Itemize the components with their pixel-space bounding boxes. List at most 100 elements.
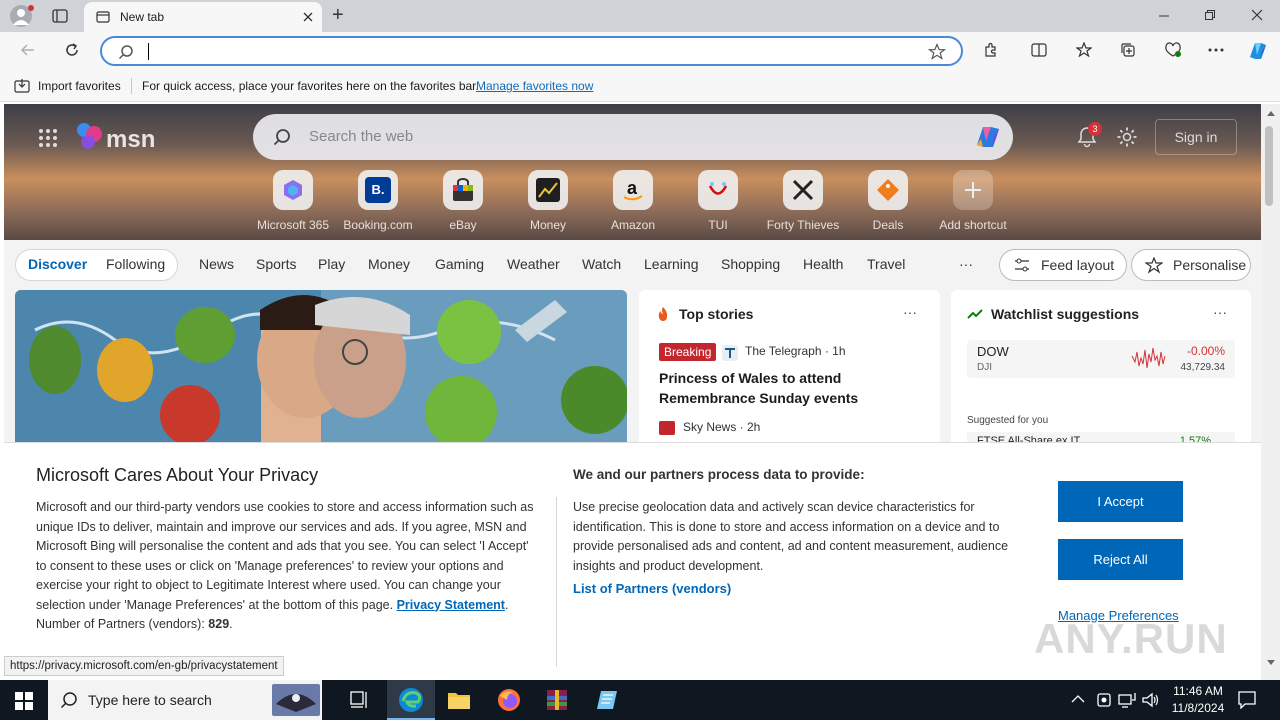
minimize-icon[interactable] (1158, 9, 1170, 21)
taskbar-edge[interactable] (387, 680, 435, 720)
tui-icon (698, 170, 738, 210)
new-tab-button[interactable]: + (332, 4, 344, 26)
stock-price: 43,729.34 (1180, 362, 1226, 373)
taskbar-search-box[interactable]: Type here to search (48, 680, 322, 720)
favorites-icon[interactable] (1076, 42, 1092, 58)
sky-news-logo-icon (659, 421, 675, 435)
add-favorite-star-icon[interactable] (928, 43, 946, 61)
scroll-up-icon[interactable] (1267, 110, 1275, 116)
winrar-icon[interactable] (545, 688, 569, 712)
settings-more-icon[interactable] (1208, 48, 1224, 52)
tab-strip: New tab + (0, 0, 1280, 32)
svg-text:a: a (627, 178, 638, 198)
close-tab-icon[interactable] (302, 11, 314, 23)
nav-sports[interactable]: Sports (256, 256, 296, 272)
search-icon (118, 44, 134, 60)
reject-all-button[interactable]: Reject All (1058, 539, 1183, 580)
address-bar[interactable] (100, 36, 963, 66)
task-view-icon[interactable] (350, 691, 370, 709)
taskbar-search-placeholder: Type here to search (88, 692, 212, 708)
notepad-app-icon[interactable] (595, 689, 619, 711)
scroll-thumb[interactable] (1265, 126, 1273, 206)
edge-icon (398, 687, 424, 713)
list-of-partners-link[interactable]: List of Partners (vendors) (573, 581, 731, 596)
trending-icon (967, 308, 983, 320)
nav-news[interactable]: News (199, 256, 234, 272)
shortcut-label: Money (529, 218, 567, 232)
favbar-divider (131, 78, 132, 94)
split-screen-icon[interactable] (1031, 42, 1047, 58)
shortcut-amazon[interactable]: a Amazon (588, 170, 678, 232)
shortcut-forty-thieves[interactable]: Forty Thieves (758, 170, 848, 232)
top-stories-more-button[interactable]: ··· (903, 304, 917, 320)
tab-discover[interactable]: Discover (28, 256, 87, 272)
meet-now-icon[interactable] (1096, 691, 1112, 709)
show-hidden-icons-chevron[interactable] (1071, 694, 1085, 704)
tab-new-tab[interactable]: New tab (84, 2, 322, 32)
import-favorites-button[interactable]: Import favorites (38, 79, 121, 93)
stock-row-dow[interactable]: DOW DJI -0.00% 43,729.34 (967, 340, 1235, 378)
nav-weather[interactable]: Weather (507, 256, 560, 272)
refresh-icon[interactable] (64, 42, 80, 58)
tab-following[interactable]: Following (106, 256, 165, 272)
accept-button[interactable]: I Accept (1058, 481, 1183, 522)
shortcut-ebay[interactable]: eBay (418, 170, 508, 232)
msn-logo-text: msn (106, 126, 156, 153)
nav-play[interactable]: Play (318, 256, 345, 272)
favorites-bar: Import favorites For quick access, place… (0, 70, 1280, 102)
nav-travel[interactable]: Travel (867, 256, 905, 272)
copilot-search-icon[interactable] (973, 123, 1003, 151)
nav-learning[interactable]: Learning (644, 256, 699, 272)
restore-icon[interactable] (1204, 9, 1216, 21)
nav-health[interactable]: Health (803, 256, 843, 272)
shortcut-microsoft-365[interactable]: Microsoft 365 (248, 170, 338, 232)
web-search-box[interactable]: Search the web (253, 114, 1013, 160)
shortcut-tui[interactable]: TUI (673, 170, 763, 232)
windows-start-icon[interactable] (15, 692, 33, 710)
sign-in-button[interactable]: Sign in (1155, 119, 1237, 155)
data-processing-text: Use precise geolocation data and activel… (573, 500, 1009, 573)
feed-layout-button[interactable]: Feed layout (999, 249, 1127, 281)
nav-more-button[interactable]: ··· (959, 256, 973, 272)
privacy-statement-link[interactable]: Privacy Statement (397, 598, 505, 612)
shortcut-label: TUI (708, 218, 728, 232)
network-icon[interactable] (1118, 692, 1136, 708)
close-window-icon[interactable] (1251, 9, 1263, 21)
nav-money[interactable]: Money (368, 256, 410, 272)
featured-story-image[interactable] (15, 290, 627, 442)
msn-logo-icon[interactable] (74, 120, 106, 152)
nav-gaming[interactable]: Gaming (435, 256, 484, 272)
page-settings-gear-icon[interactable] (1116, 126, 1138, 148)
browser-essentials-icon[interactable] (1164, 42, 1182, 58)
shortcut-add[interactable]: Add shortcut (928, 170, 1018, 232)
apps-grid-icon[interactable] (38, 128, 58, 148)
clock-date[interactable]: 11/8/2024 (1168, 701, 1228, 715)
file-explorer-icon[interactable] (447, 689, 471, 711)
clock-time[interactable]: 11:46 AM (1168, 684, 1228, 698)
volume-icon[interactable] (1142, 692, 1160, 708)
privacy-body-block: Microsoft and our third-party vendors us… (36, 500, 534, 631)
tab-actions-icon[interactable] (52, 8, 68, 24)
personalise-label: Personalise (1173, 257, 1247, 273)
nav-shopping[interactable]: Shopping (721, 256, 780, 272)
shortcut-deals[interactable]: Deals (843, 170, 933, 232)
firefox-icon[interactable] (497, 688, 521, 712)
data-processing-block: Use precise geolocation data and activel… (573, 498, 1035, 576)
manage-favorites-link[interactable]: Manage favorites now (476, 79, 593, 93)
extensions-icon[interactable] (983, 42, 999, 58)
search-highlight-image (272, 684, 320, 716)
copilot-icon[interactable] (1246, 39, 1270, 63)
story-headline[interactable]: Princess of Wales to attend Remembrance … (659, 368, 869, 408)
collections-icon[interactable] (1120, 42, 1136, 58)
scroll-down-icon[interactable] (1267, 660, 1275, 666)
fire-icon (657, 306, 669, 322)
nav-watch[interactable]: Watch (582, 256, 621, 272)
personalise-button[interactable]: Personalise (1131, 249, 1251, 281)
shortcut-money[interactable]: Money (503, 170, 593, 232)
back-icon[interactable] (20, 42, 36, 58)
forty-thieves-icon (783, 170, 823, 210)
watchlist-more-button[interactable]: ··· (1213, 304, 1227, 320)
notification-center-icon[interactable] (1238, 691, 1256, 709)
shortcut-booking[interactable]: B. Booking.com (333, 170, 423, 232)
page-scrollbar[interactable] (1261, 104, 1280, 680)
